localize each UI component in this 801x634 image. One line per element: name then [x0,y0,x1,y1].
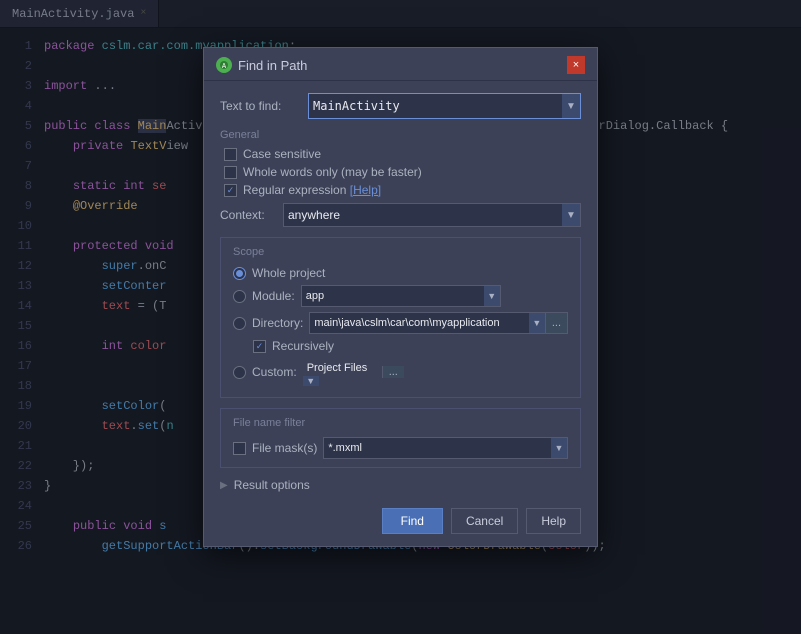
module-select[interactable]: app [302,290,484,302]
find-row: Text to find: ▼ [220,93,581,119]
module-row: Module: app ▼ [233,285,568,307]
recursively-row: Recursively [253,339,568,353]
text-to-find-label: Text to find: [220,99,300,113]
whole-words-row: Whole words only (may be faster) [224,165,581,179]
scope-title: Scope [233,246,568,258]
file-filter-title: File name filter [233,417,568,429]
whole-project-row: Whole project [233,266,568,280]
whole-project-radio[interactable] [233,267,246,280]
case-sensitive-label: Case sensitive [243,147,321,161]
module-select-wrap: app ▼ [301,285,501,307]
file-mask-input[interactable] [324,442,551,454]
directory-input-wrap: ▼ ... [309,312,568,334]
file-mask-input-wrap: ▼ [323,437,568,459]
custom-label: Custom: [252,365,297,379]
find-dropdown-arrow-icon[interactable]: ▼ [562,94,580,118]
custom-dropdown-icon: ▼ [303,376,319,386]
file-mask-dropdown-icon[interactable]: ▼ [551,438,567,458]
directory-dropdown-icon[interactable]: ▼ [529,313,545,333]
text-to-find-input[interactable] [309,99,562,113]
directory-row: Directory: ▼ ... [233,312,568,334]
regex-checkbox[interactable] [224,184,237,197]
cancel-button[interactable]: Cancel [451,508,518,534]
filter-row: File mask(s) ▼ [233,437,568,459]
file-mask-checkbox[interactable] [233,442,246,455]
dialog-title-bar: A Find in Path × [204,48,597,81]
result-options-triangle-icon: ▶ [220,480,228,491]
directory-radio[interactable] [233,317,246,330]
dialog-title-text: Find in Path [238,58,307,73]
case-sensitive-row: Case sensitive [224,147,581,161]
dialog-close-button[interactable]: × [567,56,585,74]
whole-project-label: Whole project [252,266,325,280]
module-dropdown-icon: ▼ [484,286,500,306]
case-sensitive-checkbox[interactable] [224,148,237,161]
regex-row: Regular expression [Help] [224,183,581,197]
modal-overlay: A Find in Path × Text to find: ▼ General… [0,0,801,634]
custom-browse-button[interactable]: ... [382,366,404,378]
find-button[interactable]: Find [382,508,443,534]
context-label: Context: [220,208,275,222]
file-mask-label: File mask(s) [252,441,317,455]
context-select[interactable]: anywhere in comments in string literals … [284,208,562,222]
whole-words-checkbox[interactable] [224,166,237,179]
dialog-body: Text to find: ▼ General Case sensitive W… [204,81,597,546]
custom-radio[interactable] [233,366,246,379]
file-filter-section: File name filter File mask(s) ▼ [220,408,581,468]
context-dropdown-icon: ▼ [562,204,580,226]
custom-scope-row: Custom: Project Files ▼ ... [233,358,568,386]
find-input-wrap: ▼ [308,93,581,119]
help-button[interactable]: Help [526,508,581,534]
general-section-label: General [220,129,581,141]
custom-select-wrap: Project Files ▼ [303,358,372,386]
dialog-app-icon: A [216,57,232,73]
whole-words-label: Whole words only (may be faster) [243,165,422,179]
module-radio[interactable] [233,290,246,303]
regex-help-link[interactable]: [Help] [350,183,381,197]
context-select-wrap: anywhere in comments in string literals … [283,203,581,227]
context-row: Context: anywhere in comments in string … [220,203,581,227]
recursively-checkbox[interactable] [253,340,266,353]
recursively-label: Recursively [272,339,334,353]
directory-label: Directory: [252,316,303,330]
scope-section: Scope Whole project Module: app ▼ [220,237,581,398]
module-label: Module: [252,289,295,303]
find-in-path-dialog: A Find in Path × Text to find: ▼ General… [203,47,598,547]
custom-select[interactable]: Project Files [303,362,372,374]
dialog-title-left: A Find in Path [216,57,307,73]
button-row: Find Cancel Help [220,504,581,534]
result-options-row[interactable]: ▶ Result options [220,478,581,492]
directory-browse-button[interactable]: ... [545,313,567,333]
regex-label: Regular expression [Help] [243,183,381,197]
result-options-label: Result options [234,478,310,492]
directory-input[interactable] [310,317,528,329]
